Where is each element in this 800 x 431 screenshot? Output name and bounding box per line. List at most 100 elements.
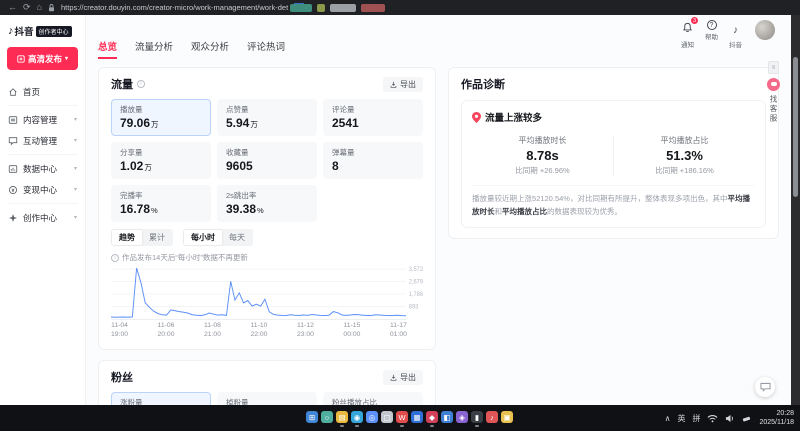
- refresh-icon[interactable]: ⟳: [23, 3, 31, 12]
- metric-avg-watch-time: 平均播放时长 8.78s 比同期 +26.96%: [472, 135, 613, 176]
- stat-label: 分享量: [120, 147, 202, 158]
- douyin-logo[interactable]: ♪ 抖音 创作者中心: [8, 24, 78, 38]
- extension-chip[interactable]: [317, 4, 325, 12]
- stat-tile-分享量[interactable]: 分享量1.02万: [111, 142, 211, 179]
- toggle-每小时[interactable]: 每小时: [184, 230, 222, 245]
- stat-tile-弹幕量[interactable]: 弹幕量8: [323, 142, 423, 179]
- info-icon[interactable]: i: [137, 80, 145, 88]
- toggle-趋势[interactable]: 趋势: [112, 230, 142, 245]
- sidebar-item-内容管理[interactable]: 内容管理▾: [7, 109, 78, 130]
- notification-badge: 3: [691, 17, 698, 24]
- stat-tile-粉丝播放占比[interactable]: 粉丝播放占比0.4%: [323, 392, 423, 405]
- avatar[interactable]: [755, 20, 775, 40]
- extension-chip[interactable]: [361, 4, 385, 12]
- toggle-累计[interactable]: 累计: [142, 230, 172, 245]
- ime-pinyin-indicator[interactable]: 拼: [692, 413, 700, 424]
- volume-icon[interactable]: [725, 414, 735, 423]
- edge-icon[interactable]: ◉: [351, 411, 363, 423]
- url-text[interactable]: https://creator.douyin.com/creator-micro…: [61, 3, 288, 12]
- file-explorer-icon[interactable]: ▤: [336, 411, 348, 423]
- location-pin-icon: [472, 112, 481, 123]
- action-label: 通知: [681, 39, 694, 49]
- start-icon[interactable]: ⊞: [306, 411, 318, 423]
- sidebar-item-首页[interactable]: 首页: [7, 81, 78, 102]
- creator-center-badge: 创作者中心: [36, 26, 72, 37]
- stat-tile-涨粉量[interactable]: 涨粉量1361: [111, 392, 211, 405]
- service-widget-label[interactable]: 找客服: [768, 95, 779, 124]
- stat-tile-评论量[interactable]: 评论量2541: [323, 99, 423, 136]
- chat-fab-button[interactable]: [755, 377, 775, 397]
- stat-label: 2s跳出率: [226, 190, 308, 201]
- diagnosis-description: 播放量较近期上涨52120.54%，对比同期有所提升，整体表现多项出色，其中平均…: [472, 185, 755, 219]
- metric-value: 8.78s: [472, 148, 613, 163]
- clock[interactable]: 20:28 2025/11/18: [759, 409, 794, 427]
- stat-tile-点赞量[interactable]: 点赞量5.94万: [217, 99, 317, 136]
- sidebar-item-变现中心[interactable]: 变现中心▾: [7, 179, 78, 200]
- export-icon: [390, 374, 397, 381]
- main-content: 通知3?帮助♪抖音 总览流量分析观众分析评论热词 流量 i 导出 播放量79.: [86, 15, 791, 405]
- publish-button[interactable]: 高清发布 ▾: [7, 47, 78, 70]
- create-icon: [8, 213, 18, 223]
- vscode-icon[interactable]: ◧: [441, 411, 453, 423]
- sidebar: ♪ 抖音 创作者中心 高清发布 ▾ 首页内容管理▾互动管理▾ 数据中心▾变现中心▾…: [0, 15, 86, 405]
- sidebar-item-创作中心[interactable]: 创作中心▾: [7, 207, 78, 228]
- fans-tiles: 涨粉量1361 掉粉量70 粉丝播放占比0.4%: [111, 392, 423, 405]
- metric-value: 51.3%: [614, 148, 755, 163]
- sidebar-group: 数据中心▾变现中心▾: [7, 155, 78, 204]
- stat-tile-播放量[interactable]: 播放量79.06万: [111, 99, 211, 136]
- ime-language-indicator[interactable]: 英: [677, 413, 685, 424]
- folder-app-icon[interactable]: ▣: [501, 411, 513, 423]
- tab-总览[interactable]: 总览: [98, 39, 117, 59]
- stat-tile-掉粉量[interactable]: 掉粉量70: [217, 392, 317, 405]
- home-icon[interactable]: ⌂: [37, 3, 42, 12]
- wifi-icon[interactable]: [707, 414, 718, 423]
- toggle-每天[interactable]: 每天: [222, 230, 252, 245]
- help-icon: ?: [707, 20, 717, 30]
- pen-icon[interactable]: [742, 414, 752, 422]
- stat-unit: %: [151, 206, 158, 215]
- scrollbar-thumb[interactable]: [793, 57, 798, 197]
- metric-compare: 比同期 +26.96%: [472, 165, 613, 176]
- home-icon: [8, 87, 18, 97]
- stat-tile-完播率[interactable]: 完播率16.78%: [111, 185, 211, 222]
- tab-观众分析[interactable]: 观众分析: [191, 39, 229, 59]
- stat-tile-2s跳出率[interactable]: 2s跳出率39.38%: [217, 185, 317, 222]
- toggle-group: 每小时每天: [183, 229, 253, 246]
- stat-label: 评论量: [332, 104, 414, 115]
- stat-label: 粉丝播放占比: [332, 397, 414, 405]
- header-action-帮助[interactable]: ?帮助: [705, 20, 718, 49]
- content-columns: 流量 i 导出 播放量79.06万点赞量5.94万评论量2541分享量1.02万…: [86, 59, 791, 405]
- export-button[interactable]: 导出: [383, 370, 423, 385]
- notes-icon[interactable]: ▢: [381, 411, 393, 423]
- windows-taskbar: ⊞○▤◉◎▢W▦◆◧◈▮♪▣ ∧ 英 拼 20:28 2025/11/18: [0, 405, 800, 431]
- scrollbar-track[interactable]: [791, 15, 800, 405]
- traffic-toggles: 趋势累计每小时每天: [111, 229, 423, 246]
- export-button[interactable]: 导出: [383, 77, 423, 92]
- back-icon[interactable]: ←: [8, 3, 17, 12]
- app-blue-icon[interactable]: ▦: [411, 411, 423, 423]
- chevron-down-icon: ▾: [74, 137, 77, 144]
- header-action-抖音[interactable]: ♪抖音: [729, 20, 742, 49]
- chrome-icon[interactable]: ◎: [366, 411, 378, 423]
- search-icon[interactable]: ○: [321, 411, 333, 423]
- stat-label: 掉粉量: [226, 397, 308, 405]
- stat-tile-收藏量[interactable]: 收藏量9605: [217, 142, 317, 179]
- extension-chip[interactable]: [330, 4, 356, 12]
- wps-icon[interactable]: W: [396, 411, 408, 423]
- stat-unit: 万: [144, 163, 152, 172]
- tray-chevron-up-icon[interactable]: ∧: [665, 414, 671, 423]
- app-purple-icon[interactable]: ◈: [456, 411, 468, 423]
- header-action-通知[interactable]: 通知3: [681, 20, 694, 49]
- extension-chip[interactable]: [290, 4, 312, 12]
- music-app-icon[interactable]: ♪: [486, 411, 498, 423]
- terminal-icon[interactable]: ▮: [471, 411, 483, 423]
- widget-collapse-icon[interactable]: ≡: [768, 61, 779, 74]
- tab-评论热词[interactable]: 评论热词: [247, 39, 285, 59]
- stat-value: 8: [332, 159, 414, 173]
- pin-app-icon[interactable]: ◆: [426, 411, 438, 423]
- customer-service-mascot-icon[interactable]: [767, 78, 780, 91]
- traffic-line-chart[interactable]: 3,5722,6791,78689311-0419:0011-0620:0011…: [111, 266, 423, 339]
- sidebar-item-数据中心[interactable]: 数据中心▾: [7, 158, 78, 179]
- sidebar-item-互动管理[interactable]: 互动管理▾: [7, 130, 78, 151]
- tab-流量分析[interactable]: 流量分析: [135, 39, 173, 59]
